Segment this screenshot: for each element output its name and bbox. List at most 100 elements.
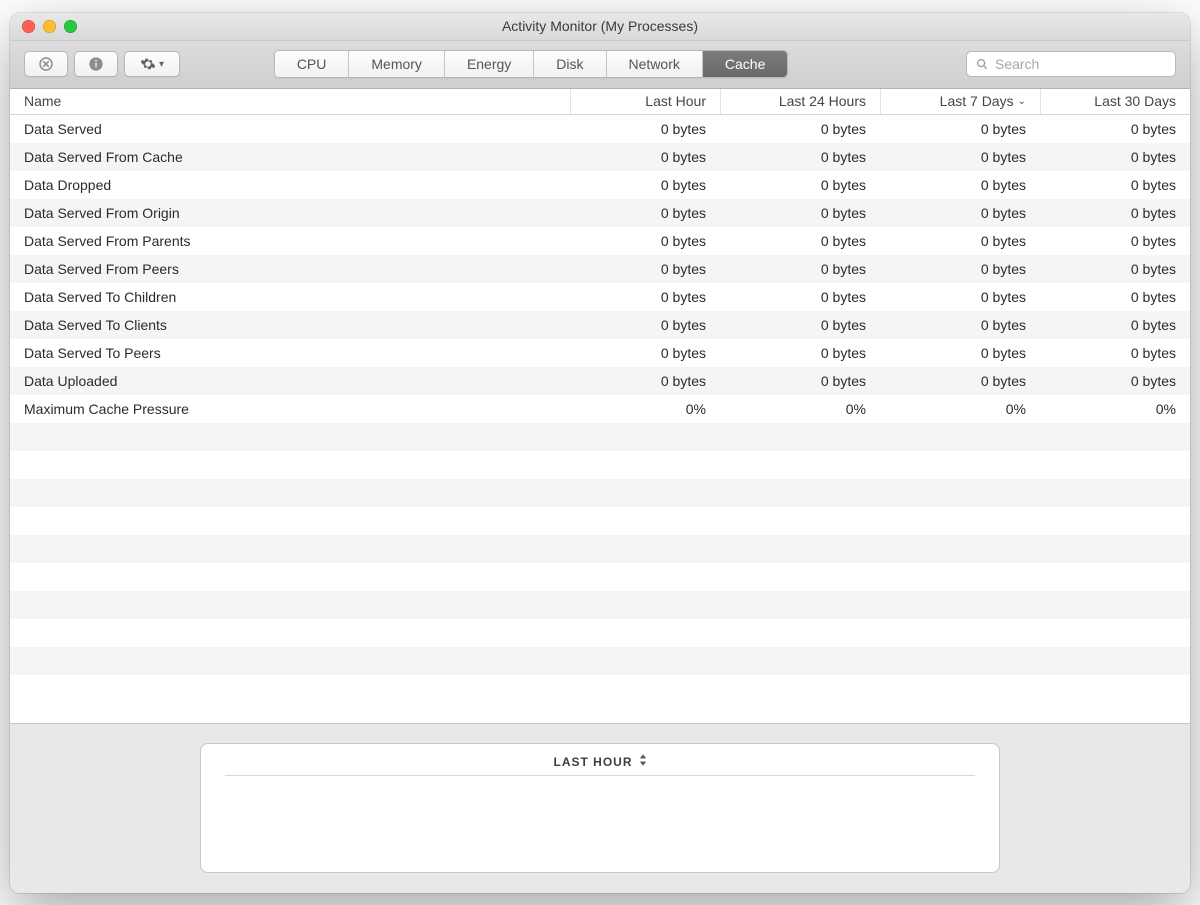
cell-empty bbox=[880, 591, 1040, 619]
tab-network[interactable]: Network bbox=[607, 51, 703, 77]
cell-last-7d: 0% bbox=[880, 395, 1040, 423]
gear-menu-button[interactable]: ▾ bbox=[124, 51, 180, 77]
cell-last-30d: 0 bytes bbox=[1040, 311, 1190, 339]
cell-empty bbox=[880, 451, 1040, 479]
cell-last-30d: 0 bytes bbox=[1040, 227, 1190, 255]
cell-empty bbox=[720, 535, 880, 563]
column-header-last-7-days[interactable]: Last 7 Days⌄ bbox=[880, 89, 1040, 114]
toolbar: ▾ CPUMemoryEnergyDiskNetworkCache bbox=[10, 41, 1190, 89]
table-row-empty bbox=[10, 619, 1190, 647]
cell-empty bbox=[570, 479, 720, 507]
cell-last-7d: 0 bytes bbox=[880, 171, 1040, 199]
cell-empty bbox=[880, 563, 1040, 591]
table-row-empty bbox=[10, 563, 1190, 591]
window-title: Activity Monitor (My Processes) bbox=[10, 18, 1190, 34]
fullscreen-window-button[interactable] bbox=[64, 20, 77, 33]
cell-empty bbox=[10, 535, 570, 563]
cell-last-hour: 0 bytes bbox=[570, 199, 720, 227]
tab-segmented-control: CPUMemoryEnergyDiskNetworkCache bbox=[274, 50, 789, 78]
cell-last-24h: 0 bytes bbox=[720, 143, 880, 171]
cell-last-hour: 0 bytes bbox=[570, 115, 720, 143]
bottom-panel: LAST HOUR bbox=[10, 723, 1190, 893]
cell-name: Data Served From Cache bbox=[10, 143, 570, 171]
cell-empty bbox=[720, 591, 880, 619]
tab-cpu[interactable]: CPU bbox=[275, 51, 350, 77]
tab-energy[interactable]: Energy bbox=[445, 51, 534, 77]
minimize-window-button[interactable] bbox=[43, 20, 56, 33]
cell-last-24h: 0 bytes bbox=[720, 199, 880, 227]
table-row[interactable]: Data Served To Children0 bytes0 bytes0 b… bbox=[10, 283, 1190, 311]
table-row[interactable]: Data Served From Peers0 bytes0 bytes0 by… bbox=[10, 255, 1190, 283]
cell-empty bbox=[570, 619, 720, 647]
cell-last-7d: 0 bytes bbox=[880, 227, 1040, 255]
cell-empty bbox=[570, 507, 720, 535]
close-window-button[interactable] bbox=[22, 20, 35, 33]
cell-last-24h: 0 bytes bbox=[720, 115, 880, 143]
gear-icon bbox=[140, 56, 156, 72]
table-row[interactable]: Data Served From Parents0 bytes0 bytes0 … bbox=[10, 227, 1190, 255]
cell-last-7d: 0 bytes bbox=[880, 199, 1040, 227]
cell-last-hour: 0 bytes bbox=[570, 339, 720, 367]
cell-empty bbox=[570, 535, 720, 563]
cell-empty bbox=[570, 423, 720, 451]
table-row[interactable]: Data Uploaded0 bytes0 bytes0 bytes0 byte… bbox=[10, 367, 1190, 395]
cell-last-24h: 0 bytes bbox=[720, 283, 880, 311]
cell-empty bbox=[720, 563, 880, 591]
cell-last-24h: 0 bytes bbox=[720, 255, 880, 283]
table-row[interactable]: Data Served From Origin0 bytes0 bytes0 b… bbox=[10, 199, 1190, 227]
data-table: NameLast HourLast 24 HoursLast 7 Days⌄La… bbox=[10, 89, 1190, 723]
cell-empty bbox=[570, 451, 720, 479]
cell-empty bbox=[880, 479, 1040, 507]
table-row-empty bbox=[10, 479, 1190, 507]
table-row-empty bbox=[10, 423, 1190, 451]
cell-name: Data Served bbox=[10, 115, 570, 143]
search-icon bbox=[975, 57, 989, 71]
cell-last-30d: 0 bytes bbox=[1040, 367, 1190, 395]
column-header-last-24-hours[interactable]: Last 24 Hours bbox=[720, 89, 880, 114]
cell-last-7d: 0 bytes bbox=[880, 143, 1040, 171]
table-row-empty bbox=[10, 647, 1190, 675]
cell-name: Data Served From Peers bbox=[10, 255, 570, 283]
search-input[interactable] bbox=[995, 56, 1176, 72]
cell-empty bbox=[880, 535, 1040, 563]
cell-last-30d: 0 bytes bbox=[1040, 115, 1190, 143]
info-button[interactable] bbox=[74, 51, 118, 77]
cell-name: Data Served From Parents bbox=[10, 227, 570, 255]
cell-last-30d: 0 bytes bbox=[1040, 171, 1190, 199]
cell-last-24h: 0 bytes bbox=[720, 227, 880, 255]
table-row[interactable]: Data Served From Cache0 bytes0 bytes0 by… bbox=[10, 143, 1190, 171]
cell-last-7d: 0 bytes bbox=[880, 283, 1040, 311]
table-row[interactable]: Data Served0 bytes0 bytes0 bytes0 bytes bbox=[10, 115, 1190, 143]
cell-empty bbox=[720, 451, 880, 479]
stop-process-button[interactable] bbox=[24, 51, 68, 77]
cell-name: Data Dropped bbox=[10, 171, 570, 199]
column-header-last-hour[interactable]: Last Hour bbox=[570, 89, 720, 114]
chevron-down-icon: ▾ bbox=[159, 59, 164, 70]
table-row[interactable]: Maximum Cache Pressure0%0%0%0% bbox=[10, 395, 1190, 423]
titlebar: Activity Monitor (My Processes) bbox=[10, 13, 1190, 41]
cell-empty bbox=[1040, 647, 1190, 675]
cell-name: Data Served To Peers bbox=[10, 339, 570, 367]
table-row[interactable]: Data Served To Clients0 bytes0 bytes0 by… bbox=[10, 311, 1190, 339]
sort-indicator-icon: ⌄ bbox=[1018, 96, 1026, 107]
cell-last-hour: 0 bytes bbox=[570, 171, 720, 199]
table-header-row: NameLast HourLast 24 HoursLast 7 Days⌄La… bbox=[10, 89, 1190, 115]
info-icon bbox=[88, 56, 104, 72]
cell-empty bbox=[570, 591, 720, 619]
cell-last-30d: 0 bytes bbox=[1040, 339, 1190, 367]
cell-empty bbox=[1040, 591, 1190, 619]
graph-range-selector[interactable]: LAST HOUR bbox=[554, 754, 647, 769]
tab-disk[interactable]: Disk bbox=[534, 51, 606, 77]
cell-last-30d: 0% bbox=[1040, 395, 1190, 423]
table-row[interactable]: Data Served To Peers0 bytes0 bytes0 byte… bbox=[10, 339, 1190, 367]
tab-memory[interactable]: Memory bbox=[349, 51, 445, 77]
tab-cache[interactable]: Cache bbox=[703, 51, 787, 77]
table-row[interactable]: Data Dropped0 bytes0 bytes0 bytes0 bytes bbox=[10, 171, 1190, 199]
cell-empty bbox=[10, 479, 570, 507]
cell-last-30d: 0 bytes bbox=[1040, 199, 1190, 227]
search-field[interactable] bbox=[966, 51, 1176, 77]
column-header-name[interactable]: Name bbox=[10, 89, 570, 114]
column-header-last-30-days[interactable]: Last 30 Days bbox=[1040, 89, 1190, 114]
cell-last-7d: 0 bytes bbox=[880, 255, 1040, 283]
cell-empty bbox=[720, 507, 880, 535]
